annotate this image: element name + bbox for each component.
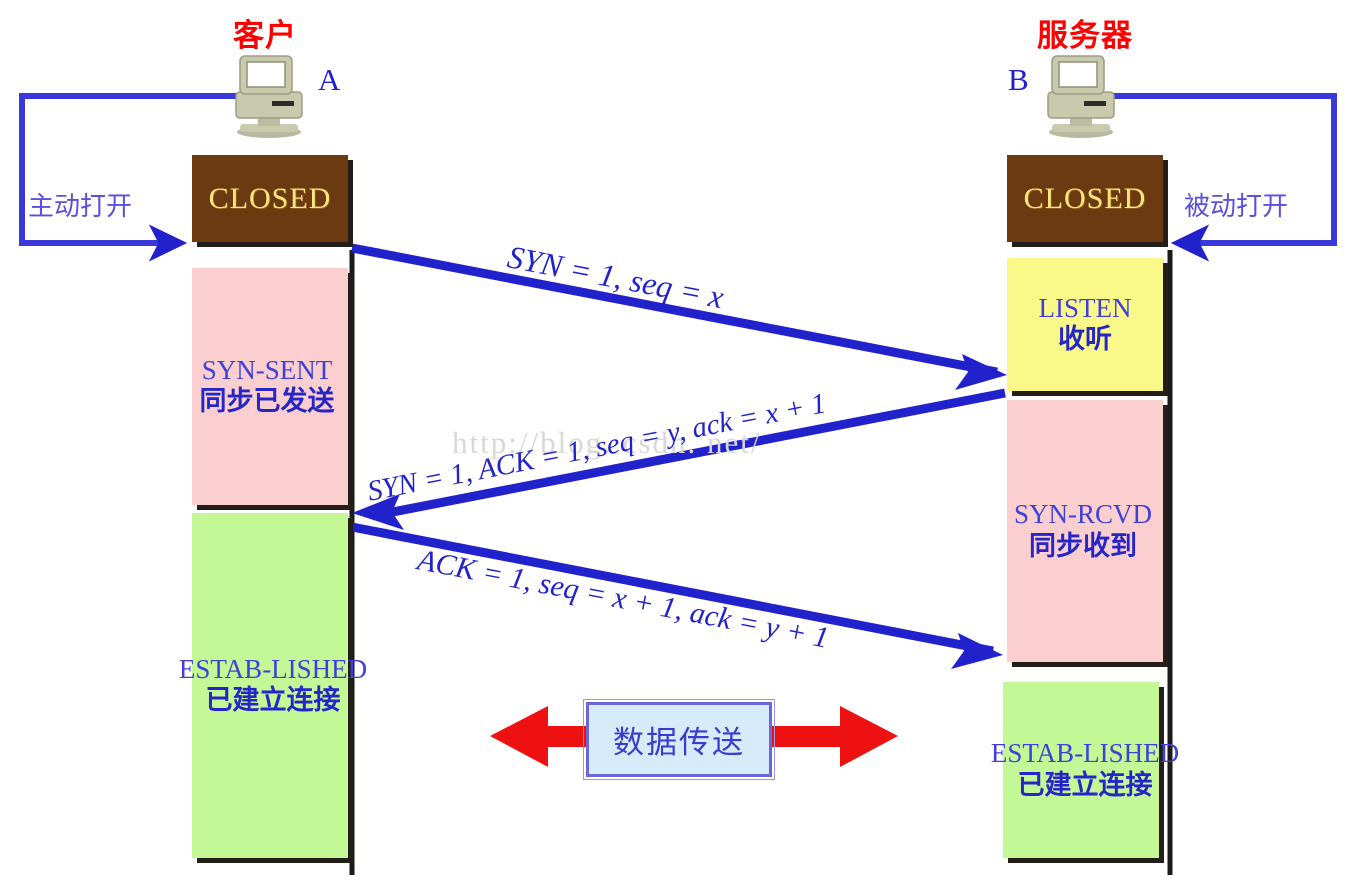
client-letter: A <box>318 62 341 97</box>
client-state-established: ESTAB-LISHED 已建立连接 <box>179 513 367 858</box>
server-computer-icon <box>1047 55 1115 138</box>
server-state-established-label-cn: 已建立连接 <box>1017 769 1153 801</box>
client-title: 客户 <box>233 18 297 54</box>
tcp-three-way-handshake-diagram: http://blog. csdn. net/ 客户 A 主动打开 CLOSED… <box>0 0 1356 896</box>
client-state-closed: CLOSED <box>192 155 348 242</box>
server-state-established-label: ESTAB-LISHED <box>990 738 1180 769</box>
data-transfer-box: 数据传送 <box>583 699 775 780</box>
server-title: 服务器 <box>1037 18 1133 54</box>
message-arrow-syn <box>351 243 1007 390</box>
server-state-syn-rcvd: SYN-RCVD 同步收到 <box>1007 400 1163 662</box>
data-transfer-label: 数据传送 <box>613 725 745 761</box>
server-state-syn-rcvd-label-cn: 同步收到 <box>1029 530 1137 562</box>
active-open-label: 主动打开 <box>28 192 133 222</box>
client-state-syn-sent: SYN-SENT 同步已发送 <box>192 268 348 505</box>
data-transfer-arrow-right <box>760 706 898 767</box>
client-state-established-label-cn: 已建立连接 <box>205 685 341 717</box>
passive-open-label: 被动打开 <box>1184 192 1289 222</box>
server-state-listen: LISTEN 收听 <box>1007 258 1163 391</box>
server-state-closed-label: CLOSED <box>1023 181 1147 215</box>
server-state-listen-label: LISTEN <box>1038 292 1132 323</box>
server-state-closed: CLOSED <box>1007 155 1163 242</box>
client-computer-icon <box>235 55 303 138</box>
server-state-established: ESTAB-LISHED 已建立连接 <box>991 682 1179 858</box>
client-state-established-label: ESTAB-LISHED <box>178 653 368 684</box>
server-state-syn-rcvd-label: SYN-RCVD <box>1013 499 1153 530</box>
client-state-syn-sent-label-cn: 同步已发送 <box>199 386 335 418</box>
client-state-closed-label: CLOSED <box>208 181 332 215</box>
client-state-syn-sent-label: SYN-SENT <box>201 354 333 385</box>
server-letter: B <box>1008 62 1029 97</box>
server-state-listen-label-cn: 收听 <box>1058 324 1112 356</box>
